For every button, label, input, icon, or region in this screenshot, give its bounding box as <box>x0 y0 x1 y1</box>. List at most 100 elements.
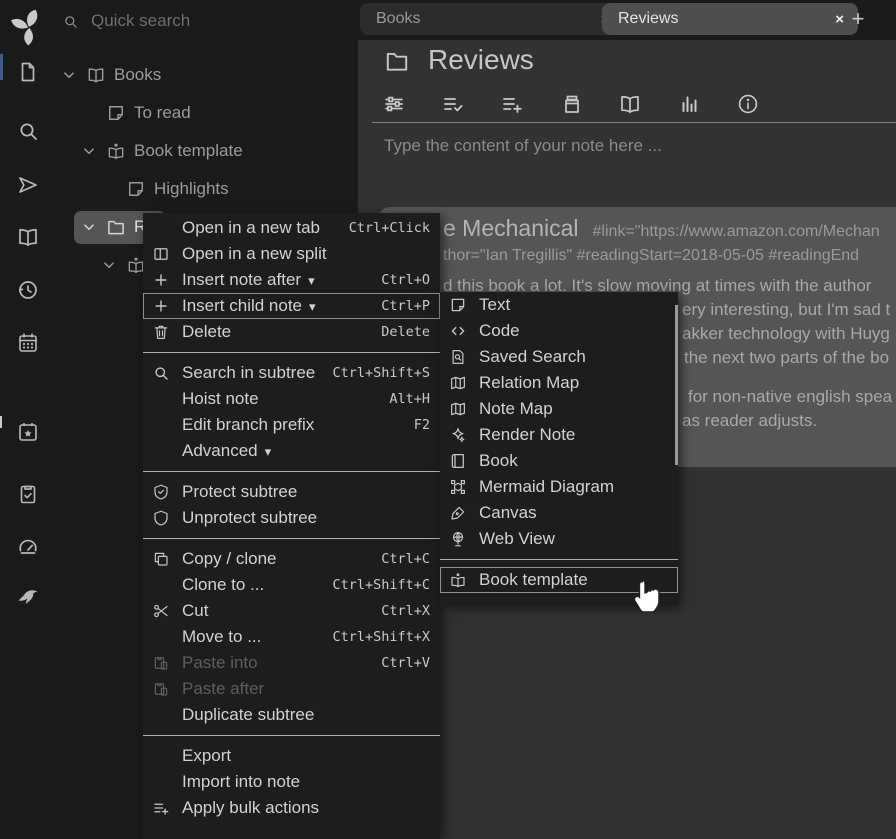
book-reader-icon <box>449 571 467 589</box>
card-attributes-line1: #link="https://www.amazon.com/Mechan <box>593 223 880 241</box>
menu-item-open-in-new-split[interactable]: Open in a new split <box>143 241 440 267</box>
submenu-item-mermaid-diagram[interactable]: Mermaid Diagram <box>440 474 678 500</box>
map-icon <box>449 400 467 418</box>
paste-icon <box>152 680 170 698</box>
menu-item-search-in-subtree[interactable]: Search in subtree Ctrl+Shift+S <box>143 360 440 386</box>
submenu-item-relation-map[interactable]: Relation Map <box>440 370 678 396</box>
card-body-line: as reader adjusts. <box>682 411 817 431</box>
menu-item-apply-bulk-actions[interactable]: Apply bulk actions <box>143 795 440 821</box>
tree-context-menu: Open in a new tab Ctrl+Click Open in a n… <box>143 213 440 839</box>
note-map-launcher-icon[interactable] <box>16 225 40 249</box>
tab-books[interactable]: Books × <box>360 3 623 35</box>
new-note-icon[interactable] <box>16 60 40 84</box>
quick-search[interactable]: Quick search <box>62 11 190 31</box>
calendar-icon[interactable] <box>16 331 40 355</box>
trash-icon <box>152 323 170 341</box>
calendar-star-icon[interactable] <box>16 420 40 444</box>
chevron-down-icon[interactable] <box>60 66 78 84</box>
tree-item-label: Books <box>114 65 161 85</box>
menu-item-insert-child-note[interactable]: Insert child note Ctrl+P <box>143 293 440 319</box>
submenu-item-code[interactable]: Code <box>440 318 678 344</box>
search-launcher-icon[interactable] <box>16 119 40 143</box>
tree-item-book-template[interactable]: Book template <box>80 138 243 164</box>
menu-item-copy-clone[interactable]: Copy / clone Ctrl+C <box>143 546 440 572</box>
shield-check-icon <box>152 483 170 501</box>
menu-item-unprotect-subtree[interactable]: Unprotect subtree <box>143 505 440 531</box>
menu-item-delete[interactable]: Delete Delete <box>143 319 440 345</box>
menu-item-insert-note-after[interactable]: Insert note after Ctrl+O <box>143 267 440 293</box>
menu-item-clone-to[interactable]: Clone to ... Ctrl+Shift+C <box>143 572 440 598</box>
submenu-item-book[interactable]: Book <box>440 448 678 474</box>
note-info-icon[interactable] <box>736 92 760 116</box>
blank-icon <box>152 706 170 724</box>
menu-item-open-in-new-tab[interactable]: Open in a new tab Ctrl+Click <box>143 215 440 241</box>
submenu-item-canvas[interactable]: Canvas <box>440 500 678 526</box>
submenu-item-render-note[interactable]: Render Note <box>440 422 678 448</box>
map-icon <box>449 374 467 392</box>
menu-divider <box>143 538 440 539</box>
tab-label: Reviews <box>618 10 678 28</box>
card-attributes-line2: thor="Ian Tregillis" #readingStart=2018-… <box>443 247 859 265</box>
bird-icon[interactable] <box>16 586 40 610</box>
new-tab-button[interactable]: + <box>845 6 871 32</box>
tab-reviews[interactable]: Reviews × <box>602 3 858 35</box>
close-tab-icon[interactable]: × <box>835 11 844 28</box>
tree-item-label: To read <box>134 103 191 123</box>
tree-item-label: Book template <box>134 141 243 161</box>
menu-item-protect-subtree[interactable]: Protect subtree <box>143 479 440 505</box>
note-paths-icon[interactable] <box>560 92 584 116</box>
editor-placeholder[interactable]: Type the content of your note here ... <box>384 136 662 156</box>
dashboard-gauge-icon[interactable] <box>16 534 40 558</box>
submenu-item-web-view[interactable]: Web View <box>440 526 678 552</box>
app-window: Quick search Books To read Book template… <box>0 0 896 839</box>
basic-properties-icon[interactable] <box>382 92 406 116</box>
jump-to-note-icon[interactable] <box>16 173 40 197</box>
blank-icon <box>152 773 170 791</box>
similar-notes-icon[interactable] <box>677 92 701 116</box>
book-open-icon <box>86 65 106 85</box>
plus-icon <box>152 297 170 315</box>
menu-divider <box>440 559 678 560</box>
submenu-item-note-map[interactable]: Note Map <box>440 396 678 422</box>
recent-changes-icon[interactable] <box>16 278 40 302</box>
menu-item-edit-branch-prefix[interactable]: Edit branch prefix F2 <box>143 412 440 438</box>
sparkle-icon <box>449 426 467 444</box>
menu-item-move-to[interactable]: Move to ... Ctrl+Shift+X <box>143 624 440 650</box>
card-body-line: ery interesting, but I'm sad t <box>682 300 890 320</box>
chevron-down-icon[interactable] <box>80 218 98 236</box>
blank-icon <box>152 628 170 646</box>
submenu-item-saved-search[interactable]: Saved Search <box>440 344 678 370</box>
tree-item-to-read[interactable]: To read <box>106 100 191 126</box>
promoted-attributes-icon[interactable] <box>500 92 524 116</box>
submenu-item-text[interactable]: Text <box>440 292 678 318</box>
paste-icon <box>152 654 170 672</box>
ribbon-divider <box>372 122 896 123</box>
chevron-down-icon[interactable] <box>80 142 98 160</box>
owned-attributes-icon[interactable] <box>441 92 465 116</box>
tree-item-highlights[interactable]: Highlights <box>126 176 229 202</box>
scissors-icon <box>152 602 170 620</box>
menu-item-export[interactable]: Export <box>143 743 440 769</box>
plus-icon <box>152 271 170 289</box>
blank-icon <box>152 390 170 408</box>
tree-item-label: Highlights <box>154 179 229 199</box>
card-body-line: akker technology with Huyg <box>682 324 890 344</box>
tree-item-books[interactable]: Books <box>60 62 161 88</box>
card-body-line: for non-native english spea <box>688 387 892 407</box>
scroll-indicator <box>0 416 2 428</box>
submenu-scrollbar[interactable] <box>675 305 678 465</box>
note-map-icon[interactable] <box>618 92 642 116</box>
blank-icon <box>152 416 170 434</box>
menu-item-paste-into[interactable]: Paste into Ctrl+V <box>143 650 440 676</box>
tree-item-selected[interactable]: R <box>80 214 146 240</box>
task-list-icon[interactable] <box>16 482 40 506</box>
menu-item-advanced[interactable]: Advanced <box>143 438 440 464</box>
menu-item-cut[interactable]: Cut Ctrl+X <box>143 598 440 624</box>
menu-item-import-into-note[interactable]: Import into note <box>143 769 440 795</box>
menu-item-paste-after[interactable]: Paste after <box>143 676 440 702</box>
menu-item-hoist-note[interactable]: Hoist note Alt+H <box>143 386 440 412</box>
note-title[interactable]: Reviews <box>428 44 534 76</box>
chevron-down-icon[interactable] <box>100 256 118 274</box>
diagram-icon <box>449 478 467 496</box>
menu-item-duplicate-subtree[interactable]: Duplicate subtree <box>143 702 440 728</box>
